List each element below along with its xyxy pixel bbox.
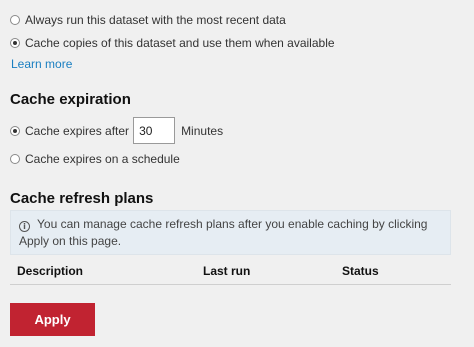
radio-schedule[interactable] [10,154,20,164]
option-cache-copies-label: Cache copies of this dataset and use the… [25,36,335,50]
option-expires-after-row[interactable]: Cache expires after Minutes [10,117,223,144]
radio-always-run[interactable] [10,15,20,25]
table-header-divider [10,284,451,285]
apply-button[interactable]: Apply [10,303,95,336]
option-schedule-row[interactable]: Cache expires on a schedule [10,152,180,166]
radio-cache-copies[interactable] [10,38,20,48]
cache-refresh-plans-heading: Cache refresh plans [10,190,154,207]
info-circle-icon: i [19,221,30,232]
option-always-run-row[interactable]: Always run this dataset with the most re… [10,13,286,27]
column-header-last-run[interactable]: Last run [203,264,250,278]
option-cache-copies-row[interactable]: Cache copies of this dataset and use the… [10,36,335,50]
learn-more-link[interactable]: Learn more [11,57,72,71]
schedule-label: Cache expires on a schedule [25,152,180,166]
expires-after-input[interactable] [133,117,176,144]
expires-after-label: Cache expires after [25,123,130,138]
cache-expiration-heading: Cache expiration [10,91,131,108]
info-text: You can manage cache refresh plans after… [19,217,428,248]
column-header-status[interactable]: Status [342,264,379,278]
radio-expires-after[interactable] [10,125,20,136]
cache-settings-page: Always run this dataset with the most re… [0,0,474,347]
info-message: i You can manage cache refresh plans afte… [10,210,451,255]
option-always-run-label: Always run this dataset with the most re… [25,13,286,27]
column-header-description[interactable]: Description [17,264,83,278]
minutes-label: Minutes [181,123,224,138]
